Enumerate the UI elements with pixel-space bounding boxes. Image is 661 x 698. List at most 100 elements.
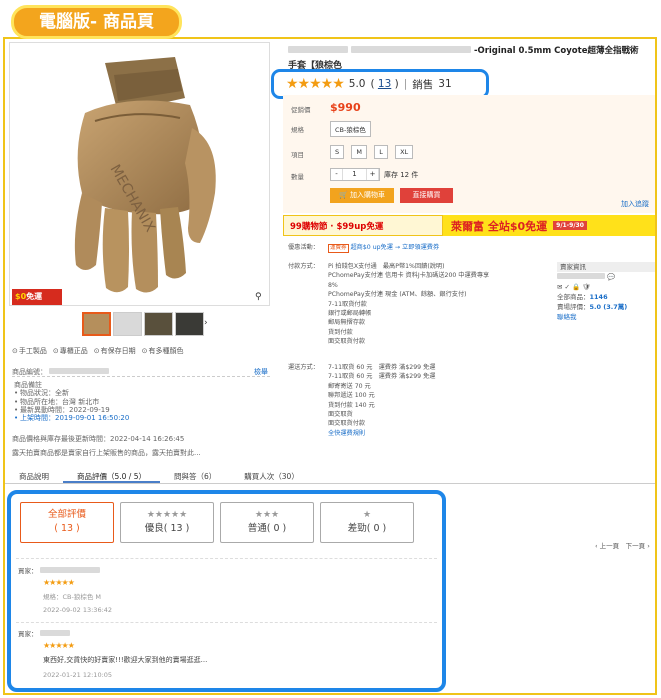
filter-average[interactable]: ★★★ 普通( 0 ) <box>220 502 314 543</box>
zoom-icon[interactable]: ⚲ <box>255 292 262 302</box>
sold-count: 31 <box>438 78 452 90</box>
feature-link[interactable]: ⊙ 手工製品 <box>12 346 47 356</box>
promo-right-text: 萊爾富 全站$0免運 <box>451 219 548 233</box>
filter-label: 全部評價 <box>47 509 86 520</box>
rating-count-wrap: ( 13 ) <box>370 78 399 90</box>
qty-plus-button[interactable]: + <box>367 169 379 180</box>
note-item: 上架時間：2019-09-01 16:50:20 <box>14 414 129 423</box>
payment-item: 面交取貨付款 <box>328 338 366 346</box>
qty-minus-button[interactable]: - <box>331 169 343 180</box>
feature-link[interactable]: ⊙ 有多種顏色 <box>142 346 184 356</box>
tab-description[interactable]: 商品說明 <box>5 468 63 483</box>
shipping-rules-link[interactable]: 全快運費規則 <box>328 429 435 438</box>
filter-count: ( 0 ) <box>366 523 387 534</box>
thumbnail-4[interactable] <box>175 312 204 336</box>
tab-reviews[interactable]: 商品評價（5.0 / 5） <box>63 468 160 483</box>
review-stars: ★★★★★ <box>43 641 75 650</box>
coupon-link[interactable]: 超商$0 up免運 → 立即領運費券 <box>350 244 439 251</box>
promo-left: 99購物節 · $99up免運 <box>283 215 443 236</box>
reviews-section: 全部評價 ( 13 ) ★★★★★ 優良( 13 ) ★★★ 普通( 0 ) ★… <box>7 490 446 692</box>
rating-stars: ★★★★★ <box>286 76 345 92</box>
buyer-name-blurred <box>39 630 70 636</box>
size-option-xl[interactable]: XL <box>395 145 414 159</box>
qty-input[interactable]: 1 <box>343 169 367 180</box>
note-item: 物品狀況：全新 <box>14 389 129 398</box>
filter-stars: ★★★★★ <box>146 510 188 520</box>
shipping-item: 面交取貨付款 <box>328 420 366 428</box>
size-option-l[interactable]: L <box>374 145 388 159</box>
payment-item: 貨到付款 <box>328 328 353 336</box>
filter-count: ( 13 ) <box>54 523 80 534</box>
size-options: S M L XL <box>330 145 418 159</box>
seller-score-label: 賣場評價： <box>557 303 590 311</box>
review-divider <box>16 622 437 623</box>
review-buyer: 買家： <box>18 565 100 575</box>
free-badge-label: 免運 <box>26 292 43 301</box>
seller-total-label: 全部商品： <box>557 293 590 301</box>
promo-right: 萊爾富 全站$0免運 9/1-9/30 <box>443 215 655 236</box>
report-link[interactable]: 檢舉 <box>254 367 268 377</box>
filter-good[interactable]: ★★★★★ 優良( 13 ) <box>120 502 214 543</box>
filter-stars: ★ <box>362 510 372 520</box>
filter-label: 優良 <box>144 523 164 534</box>
contact-seller-link[interactable]: 聯絡我 <box>557 312 655 322</box>
payment-item: PChomePay支付連 現金 (ATM、餘額、銀行支付) <box>328 291 467 299</box>
add-favorite-link[interactable]: 加入追蹤 <box>621 199 649 209</box>
shipping-item: 面交取貨 <box>328 411 353 419</box>
add-to-cart-label: 加入購物車 <box>349 191 385 199</box>
price-value: $990 <box>330 101 361 114</box>
filter-bad[interactable]: ★ 差勁( 0 ) <box>320 502 414 543</box>
thumbnail-3[interactable] <box>144 312 173 336</box>
thumbnail-2[interactable] <box>113 312 142 336</box>
product-feature-links: ⊙ 手工製品 ⊙ 專櫃正品 ⊙ 有保存日期 ⊙ 有多種顏色 <box>12 346 184 356</box>
seller-name[interactable]: 💬 <box>557 272 655 282</box>
shipping-label: 運送方式： <box>288 364 319 371</box>
buy-now-button[interactable]: 直接購買 <box>400 188 453 203</box>
review-pager[interactable]: ‹ 上一頁 下一頁 › <box>595 540 650 550</box>
feature-link[interactable]: ⊙ 專櫃正品 <box>53 346 88 356</box>
feature-link[interactable]: ⊙ 有保存日期 <box>94 346 136 356</box>
title-blurred-part <box>288 46 348 53</box>
filter-label: 普通 <box>247 523 267 534</box>
review-spec: 規格：CB-狼棕色 M <box>43 593 102 601</box>
thumbnail-next-icon[interactable]: › <box>204 318 208 328</box>
chat-icon[interactable]: 💬 <box>607 273 615 281</box>
rating-count-link[interactable]: 13 <box>378 78 391 90</box>
add-to-cart-button[interactable]: 🛒 加入購物車 <box>330 188 394 203</box>
product-image[interactable]: MECHANIX <box>9 42 270 306</box>
disclaimer: 露天拍賣商品都是賣家自行上架販售的商品，露天拍賣對此... <box>12 449 201 457</box>
payment-item: 7-11取貨付款 <box>328 300 367 308</box>
filter-all[interactable]: 全部評價 ( 13 ) <box>20 502 114 543</box>
free-shipping-badge: $0免運 <box>12 289 62 305</box>
title-text: -Original 0.5mm Coyote超薄全指戰術 <box>473 46 639 56</box>
note-item: 物品所在地：台灣 新北市 <box>14 398 129 407</box>
payment-item: 郵局無摺存款 <box>328 319 366 327</box>
shipping-item: 7-11取貨 60 元 運費券 滿$299 免運 <box>328 373 436 381</box>
buyer-name-blurred <box>39 567 100 573</box>
update-time: 商品價格與庫存最後更新時間：2022-04-14 16:26:45 <box>12 435 185 443</box>
thumbnail-strip <box>82 312 204 336</box>
promo-date: 9/1-9/30 <box>553 221 587 230</box>
review-divider <box>16 558 437 559</box>
payment-item: 銀行或郵局轉帳 <box>328 310 372 318</box>
filter-text: 差勁( 0 ) <box>321 522 413 536</box>
product-number-value <box>49 368 110 374</box>
spec-option[interactable]: CB-狼棕色 <box>330 121 371 137</box>
thumbnail-1[interactable] <box>82 312 111 336</box>
promo-banner[interactable]: 99購物節 · $99up免運 萊爾富 全站$0免運 9/1-9/30 <box>283 215 655 236</box>
feature-label: 有多種顏色 <box>148 347 184 355</box>
sold-label: 銷售 <box>412 78 434 91</box>
seller-score-row: 賣場評價：5.0 (3.7萬) <box>557 302 655 312</box>
payment-item: PChomePay支付連 信用卡 資料J卡加碼送200 中運費專享 <box>328 272 490 280</box>
tab-qa[interactable]: 問與答（6） <box>160 468 230 483</box>
seller-total-link[interactable]: 1146 <box>590 293 608 301</box>
tab-buyers[interactable]: 購買人次（30） <box>230 468 313 483</box>
divider: | <box>403 78 408 90</box>
review-stars: ★★★★★ <box>43 578 75 587</box>
spec-label: 規格 <box>291 126 304 134</box>
buyer-label: 買家： <box>18 567 38 575</box>
size-option-m[interactable]: M <box>351 145 367 159</box>
seller-score-link[interactable]: 5.0 (3.7萬) <box>590 303 628 311</box>
qty-label: 數量 <box>291 173 304 181</box>
size-option-s[interactable]: S <box>330 145 345 159</box>
